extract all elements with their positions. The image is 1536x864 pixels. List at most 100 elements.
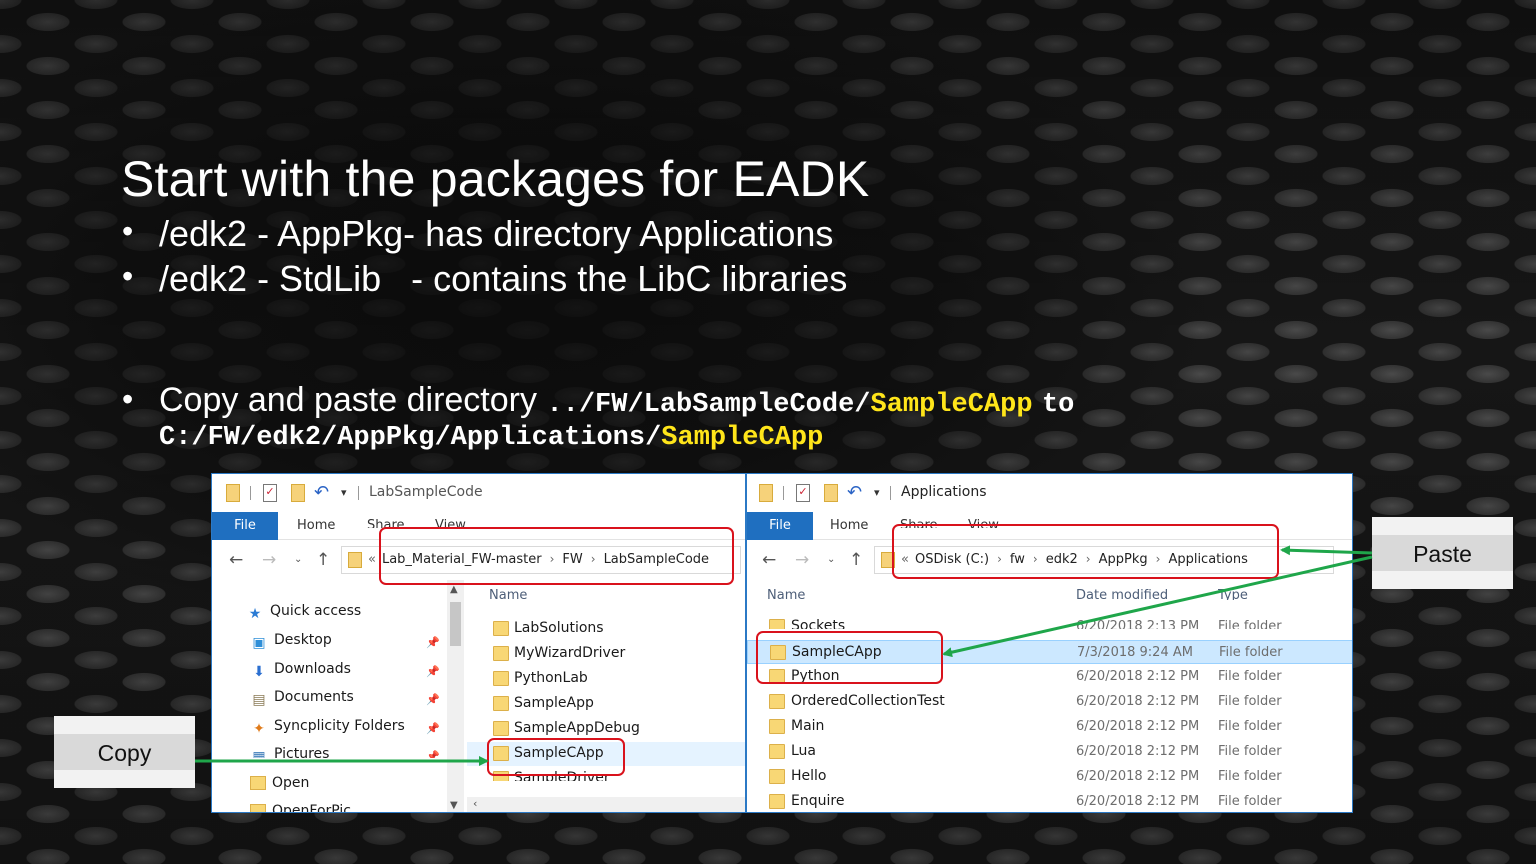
source-path: ../FW/LabSampleCode/ [546,390,871,420]
pictures-icon: ▦ [252,749,266,758]
file-row[interactable]: MyWizardDriver [467,642,745,666]
scroll-left-icon[interactable]: ‹ [473,797,477,810]
new-folder-icon[interactable] [824,484,838,502]
file-row[interactable]: PythonLab [467,667,745,691]
recent-locations-icon[interactable]: ⌄ [827,554,835,565]
file-row[interactable]: OrderedCollectionTest 6/20/2018 2:12 PM … [747,690,1352,714]
nav-item-label: Syncplicity Folders [274,718,405,734]
file-date: 6/20/2018 2:12 PM [1076,719,1200,734]
new-folder-icon[interactable] [291,484,305,502]
nav-item-label: Documents [274,689,354,705]
horizontal-scrollbar[interactable]: ‹ [467,797,745,812]
home-tab[interactable]: Home [297,518,335,533]
separator [250,486,251,500]
pin-icon[interactable]: 📌 [426,665,440,678]
folder-icon [226,484,240,502]
folder-icon [250,776,266,790]
file-date: 6/20/2018 2:12 PM [1076,769,1200,784]
nav-item-label: Desktop [274,632,332,648]
file-date: 6/20/2018 2:12 PM [1076,694,1200,709]
undo-icon[interactable]: ↶ [847,484,865,502]
file-tab[interactable]: File [212,512,278,540]
downloads-icon: ⬇ [253,664,265,680]
folder-icon [769,619,785,629]
file-row[interactable]: Enquire 6/20/2018 2:12 PM File folder [747,790,1352,812]
bullet-dot: • [122,381,134,417]
folder-icon [493,721,509,736]
copy-instruction: Copy and paste directory [159,381,537,419]
explorer-window-labsamplecode: ✓ ↶ ▾ LabSampleCode File Home Share View… [211,473,746,813]
file-date: 7/3/2018 9:24 AM [1077,645,1193,660]
home-tab[interactable]: Home [830,518,868,533]
column-header-type[interactable]: Type [1218,588,1248,600]
column-header-name[interactable]: Name [767,588,805,603]
nav-item-documents[interactable]: ▤ Documents [250,689,354,713]
file-name: Main [791,718,825,734]
properties-icon[interactable]: ✓ [796,484,810,502]
callout-source-path [379,527,734,585]
file-date: 6/20/2018 2:12 PM [1076,669,1200,684]
nav-item-label: Downloads [274,661,351,677]
folder-icon [250,804,266,812]
paste-label: Paste [1413,541,1472,567]
scroll-down-icon[interactable]: ▼ [450,800,458,811]
forward-arrow-icon[interactable]: → [795,550,809,570]
file-tab[interactable]: File [747,512,813,540]
scrollbar-thumb[interactable] [450,602,461,646]
nav-item-desktop[interactable]: ▣ Desktop [250,632,332,656]
pin-icon[interactable]: 📌 [426,636,440,649]
copy-label-box: Copy [54,716,195,788]
nav-item-pictures[interactable]: ▦ Pictures [250,746,329,758]
up-arrow-icon[interactable]: ↑ [316,550,330,570]
file-type: File folder [1218,694,1282,709]
title-bar: ✓ ↶ ▾ LabSampleCode [212,474,745,512]
pin-icon[interactable]: 📌 [426,750,440,758]
file-row[interactable]: Lua 6/20/2018 2:12 PM File folder [747,740,1352,764]
back-arrow-icon[interactable]: ← [229,550,243,570]
scroll-up-icon[interactable]: ▲ [450,584,458,595]
forward-arrow-icon[interactable]: → [262,550,276,570]
up-arrow-icon[interactable]: ↑ [849,550,863,570]
documents-icon: ▤ [252,692,266,708]
file-row[interactable]: Sockets 6/20/2018 2:13 PM File folder [747,615,1352,629]
file-date: 6/20/2018 2:13 PM [1076,619,1200,629]
pin-icon[interactable]: 📌 [426,722,440,735]
destination-folder-name: SampleCApp [661,423,824,453]
file-type: File folder [1218,719,1282,734]
nav-item-label: Quick access [270,603,362,619]
nav-pane-scrollbar[interactable]: ▲ ▼ [447,580,464,812]
undo-icon[interactable]: ↶ [314,484,332,502]
back-arrow-icon[interactable]: ← [762,550,776,570]
folder-icon [769,744,785,759]
folder-icon [348,552,362,568]
callout-destination-folder [756,631,943,684]
file-row[interactable]: LabSolutions [467,617,745,641]
customize-toolbar-icon[interactable]: ▾ [341,484,355,502]
window-title: Applications [901,484,987,500]
nav-item-open[interactable]: Open [250,775,309,799]
bullet-stdlib-desc: - contains the LibC libraries [411,258,848,299]
nav-item-label: Pictures [274,746,330,758]
folder-icon [769,694,785,709]
customize-toolbar-icon[interactable]: ▾ [874,484,888,502]
nav-item-syncplicity-folders[interactable]: ✦ Syncplicity Folders [250,718,405,742]
file-row[interactable]: Hello 6/20/2018 2:12 PM File folder [747,765,1352,789]
file-type: File folder [1218,769,1282,784]
recent-locations-icon[interactable]: ⌄ [294,554,302,565]
nav-item-downloads[interactable]: ⬇ Downloads [250,661,351,685]
file-row[interactable]: Main 6/20/2018 2:12 PM File folder [747,715,1352,739]
folder-icon [769,719,785,734]
file-type: File folder [1218,744,1282,759]
destination-line: C:/FW/edk2/AppPkg/Applications/SampleCAp… [159,423,823,453]
column-header-name[interactable]: Name [489,588,527,603]
nav-item-quick-access[interactable]: ★ Quick access [246,603,362,627]
separator [358,486,359,500]
file-name: Lua [791,743,817,759]
file-row[interactable]: SampleApp [467,692,745,716]
file-type: File folder [1218,619,1282,629]
nav-item-label: Open [272,775,310,791]
column-header-date-modified[interactable]: Date modified [1076,588,1168,603]
pin-icon[interactable]: 📌 [426,693,440,706]
properties-icon[interactable]: ✓ [263,484,277,502]
nav-item-openforpic[interactable]: OpenForPic [250,803,351,812]
